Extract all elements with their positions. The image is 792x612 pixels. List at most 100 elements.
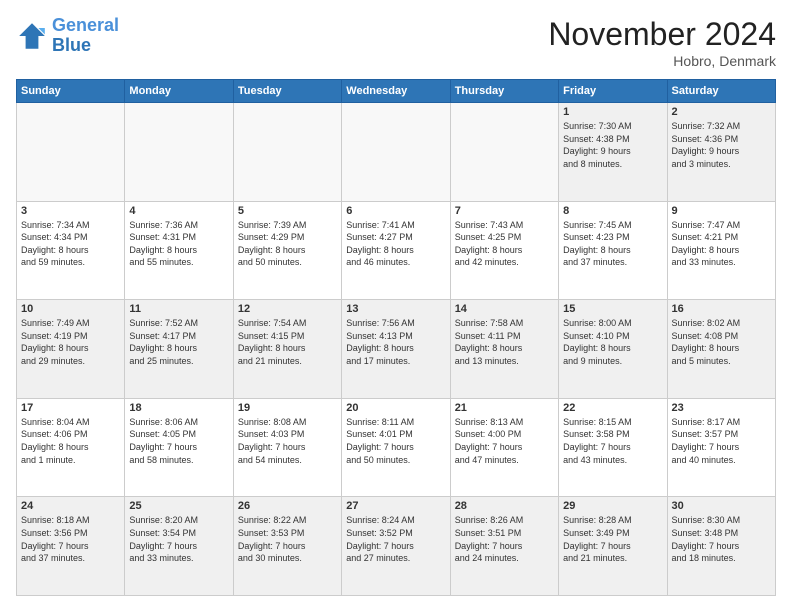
calendar-week-row: 17 Sunrise: 8:04 AMSunset: 4:06 PMDayligh… bbox=[17, 398, 776, 497]
calendar-cell: 4 Sunrise: 7:36 AMSunset: 4:31 PMDaylight… bbox=[125, 201, 233, 300]
calendar-week-row: 10 Sunrise: 7:49 AMSunset: 4:19 PMDayligh… bbox=[17, 300, 776, 399]
col-wednesday: Wednesday bbox=[342, 80, 450, 103]
calendar-cell: 20 Sunrise: 8:11 AMSunset: 4:01 PMDayligh… bbox=[342, 398, 450, 497]
location: Hobro, Denmark bbox=[548, 53, 776, 69]
calendar-table: Sunday Monday Tuesday Wednesday Thursday… bbox=[16, 79, 776, 596]
day-info: Sunrise: 7:58 AMSunset: 4:11 PMDaylight:… bbox=[455, 317, 554, 367]
calendar-cell: 22Sunrise: 8:15 AMSunset: 3:58 PMDayligh… bbox=[559, 398, 667, 497]
day-number: 11 bbox=[129, 303, 228, 315]
calendar-cell: 7Sunrise: 7:43 AMSunset: 4:25 PMDaylight… bbox=[450, 201, 558, 300]
day-info: Sunrise: 8:28 AMSunset: 3:49 PMDaylight:… bbox=[563, 514, 662, 564]
day-number: 30 bbox=[672, 500, 771, 512]
day-number: 10 bbox=[21, 303, 120, 315]
logo-icon bbox=[16, 20, 48, 52]
title-block: November 2024 Hobro, Denmark bbox=[548, 16, 776, 69]
calendar-cell: 27Sunrise: 8:24 AMSunset: 3:52 PMDayligh… bbox=[342, 497, 450, 596]
day-number: 28 bbox=[455, 500, 554, 512]
day-info: Sunrise: 8:15 AMSunset: 3:58 PMDaylight:… bbox=[563, 416, 662, 466]
calendar-cell: 1 Sunrise: 7:30 AMSunset: 4:38 PMDaylight… bbox=[559, 103, 667, 202]
day-info: Sunrise: 7:43 AMSunset: 4:25 PMDaylight:… bbox=[455, 219, 554, 269]
day-number: 19 bbox=[238, 402, 337, 414]
day-info: Sunrise: 8:02 AMSunset: 4:08 PMDaylight:… bbox=[672, 317, 771, 367]
calendar-cell: 23 Sunrise: 8:17 AMSunset: 3:57 PMDayligh… bbox=[667, 398, 775, 497]
calendar-cell: 17 Sunrise: 8:04 AMSunset: 4:06 PMDayligh… bbox=[17, 398, 125, 497]
day-number: 13 bbox=[346, 303, 445, 315]
day-number: 17 bbox=[21, 402, 120, 414]
day-number: 6 bbox=[346, 205, 445, 217]
month-title: November 2024 bbox=[548, 16, 776, 53]
day-info: Sunrise: 8:04 AMSunset: 4:06 PMDaylight:… bbox=[21, 416, 120, 466]
calendar-week-row: 24 Sunrise: 8:18 AMSunset: 3:56 PMDayligh… bbox=[17, 497, 776, 596]
calendar-header-row: Sunday Monday Tuesday Wednesday Thursday… bbox=[17, 80, 776, 103]
col-saturday: Saturday bbox=[667, 80, 775, 103]
calendar-week-row: 1 Sunrise: 7:30 AMSunset: 4:38 PMDaylight… bbox=[17, 103, 776, 202]
day-number: 15 bbox=[563, 303, 662, 315]
day-info: Sunrise: 7:39 AMSunset: 4:29 PMDaylight:… bbox=[238, 219, 337, 269]
calendar-cell: 16Sunrise: 8:02 AMSunset: 4:08 PMDayligh… bbox=[667, 300, 775, 399]
col-friday: Friday bbox=[559, 80, 667, 103]
calendar-cell bbox=[450, 103, 558, 202]
day-info: Sunrise: 8:06 AMSunset: 4:05 PMDaylight:… bbox=[129, 416, 228, 466]
calendar-cell: 29Sunrise: 8:28 AMSunset: 3:49 PMDayligh… bbox=[559, 497, 667, 596]
day-info: Sunrise: 7:32 AMSunset: 4:36 PMDaylight:… bbox=[672, 120, 771, 170]
day-number: 26 bbox=[238, 500, 337, 512]
day-number: 24 bbox=[21, 500, 120, 512]
col-sunday: Sunday bbox=[17, 80, 125, 103]
logo: General Blue bbox=[16, 16, 119, 56]
day-info: Sunrise: 8:24 AMSunset: 3:52 PMDaylight:… bbox=[346, 514, 445, 564]
day-info: Sunrise: 8:22 AMSunset: 3:53 PMDaylight:… bbox=[238, 514, 337, 564]
day-info: Sunrise: 7:36 AMSunset: 4:31 PMDaylight:… bbox=[129, 219, 228, 269]
calendar-cell: 11Sunrise: 7:52 AMSunset: 4:17 PMDayligh… bbox=[125, 300, 233, 399]
day-info: Sunrise: 7:34 AMSunset: 4:34 PMDaylight:… bbox=[21, 219, 120, 269]
day-info: Sunrise: 8:13 AMSunset: 4:00 PMDaylight:… bbox=[455, 416, 554, 466]
day-info: Sunrise: 8:20 AMSunset: 3:54 PMDaylight:… bbox=[129, 514, 228, 564]
day-info: Sunrise: 7:56 AMSunset: 4:13 PMDaylight:… bbox=[346, 317, 445, 367]
col-thursday: Thursday bbox=[450, 80, 558, 103]
calendar-cell: 10 Sunrise: 7:49 AMSunset: 4:19 PMDayligh… bbox=[17, 300, 125, 399]
day-number: 23 bbox=[672, 402, 771, 414]
day-info: Sunrise: 7:49 AMSunset: 4:19 PMDaylight:… bbox=[21, 317, 120, 367]
day-info: Sunrise: 8:08 AMSunset: 4:03 PMDaylight:… bbox=[238, 416, 337, 466]
day-info: Sunrise: 7:54 AMSunset: 4:15 PMDaylight:… bbox=[238, 317, 337, 367]
calendar-cell: 26 Sunrise: 8:22 AMSunset: 3:53 PMDayligh… bbox=[233, 497, 341, 596]
calendar-week-row: 3 Sunrise: 7:34 AMSunset: 4:34 PMDaylight… bbox=[17, 201, 776, 300]
calendar-cell bbox=[233, 103, 341, 202]
calendar-cell: 24 Sunrise: 8:18 AMSunset: 3:56 PMDayligh… bbox=[17, 497, 125, 596]
day-number: 8 bbox=[563, 205, 662, 217]
day-number: 4 bbox=[129, 205, 228, 217]
day-number: 3 bbox=[21, 205, 120, 217]
calendar-cell: 18Sunrise: 8:06 AMSunset: 4:05 PMDayligh… bbox=[125, 398, 233, 497]
calendar-cell: 19 Sunrise: 8:08 AMSunset: 4:03 PMDayligh… bbox=[233, 398, 341, 497]
day-number: 21 bbox=[455, 402, 554, 414]
calendar-cell: 13 Sunrise: 7:56 AMSunset: 4:13 PMDayligh… bbox=[342, 300, 450, 399]
day-info: Sunrise: 7:41 AMSunset: 4:27 PMDaylight:… bbox=[346, 219, 445, 269]
col-tuesday: Tuesday bbox=[233, 80, 341, 103]
calendar-cell: 8Sunrise: 7:45 AMSunset: 4:23 PMDaylight… bbox=[559, 201, 667, 300]
calendar-cell: 14 Sunrise: 7:58 AMSunset: 4:11 PMDayligh… bbox=[450, 300, 558, 399]
calendar-cell: 28 Sunrise: 8:26 AMSunset: 3:51 PMDayligh… bbox=[450, 497, 558, 596]
calendar-cell: 21 Sunrise: 8:13 AMSunset: 4:00 PMDayligh… bbox=[450, 398, 558, 497]
day-number: 14 bbox=[455, 303, 554, 315]
day-info: Sunrise: 8:17 AMSunset: 3:57 PMDaylight:… bbox=[672, 416, 771, 466]
calendar-cell: 6 Sunrise: 7:41 AMSunset: 4:27 PMDaylight… bbox=[342, 201, 450, 300]
day-number: 2 bbox=[672, 106, 771, 118]
day-info: Sunrise: 8:26 AMSunset: 3:51 PMDaylight:… bbox=[455, 514, 554, 564]
calendar-cell: 12Sunrise: 7:54 AMSunset: 4:15 PMDayligh… bbox=[233, 300, 341, 399]
day-info: Sunrise: 7:47 AMSunset: 4:21 PMDaylight:… bbox=[672, 219, 771, 269]
calendar-cell bbox=[17, 103, 125, 202]
day-number: 25 bbox=[129, 500, 228, 512]
day-info: Sunrise: 7:30 AMSunset: 4:38 PMDaylight:… bbox=[563, 120, 662, 170]
day-info: Sunrise: 8:30 AMSunset: 3:48 PMDaylight:… bbox=[672, 514, 771, 564]
day-number: 20 bbox=[346, 402, 445, 414]
day-number: 5 bbox=[238, 205, 337, 217]
calendar-cell: 30 Sunrise: 8:30 AMSunset: 3:48 PMDayligh… bbox=[667, 497, 775, 596]
day-number: 9 bbox=[672, 205, 771, 217]
day-info: Sunrise: 8:18 AMSunset: 3:56 PMDaylight:… bbox=[21, 514, 120, 564]
calendar-cell: 5 Sunrise: 7:39 AMSunset: 4:29 PMDaylight… bbox=[233, 201, 341, 300]
day-number: 1 bbox=[563, 106, 662, 118]
calendar-cell bbox=[125, 103, 233, 202]
day-info: Sunrise: 8:00 AMSunset: 4:10 PMDaylight:… bbox=[563, 317, 662, 367]
calendar-cell: 2 Sunrise: 7:32 AMSunset: 4:36 PMDaylight… bbox=[667, 103, 775, 202]
calendar-cell bbox=[342, 103, 450, 202]
day-info: Sunrise: 8:11 AMSunset: 4:01 PMDaylight:… bbox=[346, 416, 445, 466]
